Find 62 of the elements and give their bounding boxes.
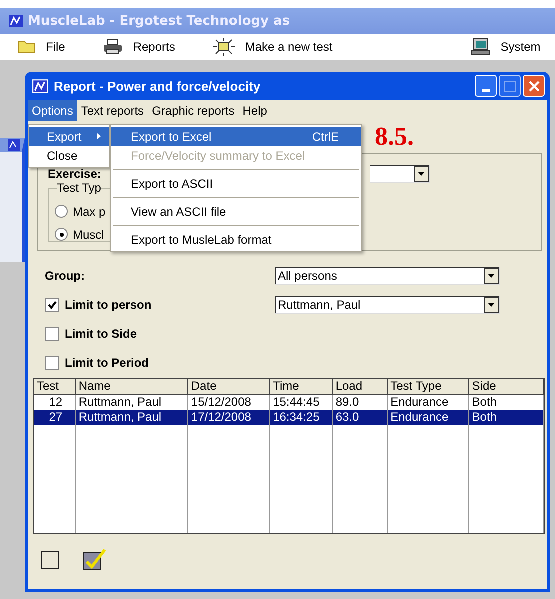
toolbar-button[interactable]: Make a new test bbox=[213, 38, 333, 56]
column-header[interactable]: Date bbox=[188, 379, 270, 395]
tick-icon bbox=[83, 548, 107, 572]
menu-item[interactable]: Graphic reports bbox=[148, 100, 239, 121]
person-dropdown[interactable]: Ruttmann, Paul bbox=[275, 296, 500, 314]
column-header[interactable]: Test bbox=[34, 379, 76, 395]
step-number: 8.5. bbox=[375, 122, 414, 152]
close-button[interactable] bbox=[523, 75, 545, 97]
minimize-button[interactable] bbox=[475, 75, 497, 97]
close-icon bbox=[528, 80, 540, 92]
menu-option[interactable]: View an ASCII file bbox=[111, 202, 361, 221]
menu-option[interactable]: Close bbox=[29, 146, 109, 165]
column-header[interactable]: Time bbox=[270, 379, 333, 395]
menu-item[interactable]: Options bbox=[28, 100, 78, 121]
checkbox-label: Limit to Side bbox=[65, 327, 137, 341]
blank-button[interactable] bbox=[41, 551, 59, 569]
column-header[interactable]: Test Type bbox=[388, 379, 470, 395]
toolbar-button[interactable]: System bbox=[470, 38, 541, 56]
checkbox-label: Limit to Period bbox=[65, 356, 149, 370]
menu-option[interactable]: Export to ASCII bbox=[111, 174, 361, 193]
menu-option[interactable]: Export to MusleLab format bbox=[111, 230, 361, 249]
radio-label: Muscl bbox=[73, 228, 104, 242]
maximize-button[interactable] bbox=[499, 75, 521, 97]
group-label: Group: bbox=[45, 269, 86, 283]
printer-icon bbox=[103, 39, 124, 55]
check-icon bbox=[48, 300, 56, 310]
toolbar-button[interactable]: File bbox=[18, 40, 66, 54]
radio-button[interactable] bbox=[55, 228, 68, 241]
test-type-label: Test Typ bbox=[57, 181, 102, 195]
toolbar-button[interactable]: Reports bbox=[103, 39, 176, 55]
table-row[interactable]: 27 Ruttmann, Paul 17/12/2008 16:34:25 63.0 Endurance Both bbox=[34, 410, 544, 425]
minimize-icon bbox=[482, 89, 490, 92]
checkbox-label: Limit to person bbox=[65, 298, 152, 312]
checkbox[interactable] bbox=[45, 356, 59, 370]
dropdown-arrow-icon bbox=[488, 274, 495, 278]
menu-option[interactable]: Export to Excel CtrlE bbox=[111, 127, 361, 146]
app-logo-icon bbox=[8, 13, 24, 29]
app-title: MuscleLab - Ergotest Technology as bbox=[28, 14, 290, 28]
column-header[interactable]: Name bbox=[76, 379, 188, 395]
maximize-icon bbox=[504, 80, 516, 92]
window-logo-icon bbox=[8, 139, 20, 151]
confirm-button[interactable] bbox=[83, 548, 107, 572]
column-header[interactable]: Load bbox=[332, 379, 388, 395]
menu-item[interactable]: Help bbox=[238, 100, 272, 121]
report-title: Report - Power and force/velocity bbox=[54, 78, 262, 94]
radio-label: Max p bbox=[73, 204, 106, 218]
radio-button[interactable] bbox=[55, 205, 68, 218]
menu-item[interactable]: Text reports bbox=[77, 100, 148, 121]
report-logo-icon bbox=[32, 78, 49, 94]
exercise-label: Exercise: bbox=[48, 167, 102, 181]
exercise-dropdown[interactable] bbox=[370, 165, 430, 183]
folder-icon bbox=[18, 40, 36, 54]
lamp-icon bbox=[213, 38, 236, 56]
dropdown-arrow-icon bbox=[488, 303, 495, 307]
computer-icon bbox=[470, 38, 491, 56]
dropdown-arrow-icon bbox=[418, 172, 425, 176]
menu-option[interactable]: Export bbox=[29, 127, 109, 146]
group-dropdown[interactable]: All persons bbox=[275, 267, 500, 285]
checkbox[interactable] bbox=[45, 327, 59, 341]
column-header[interactable]: Side bbox=[469, 379, 544, 395]
square-icon bbox=[41, 551, 59, 569]
checkbox[interactable] bbox=[45, 298, 59, 312]
